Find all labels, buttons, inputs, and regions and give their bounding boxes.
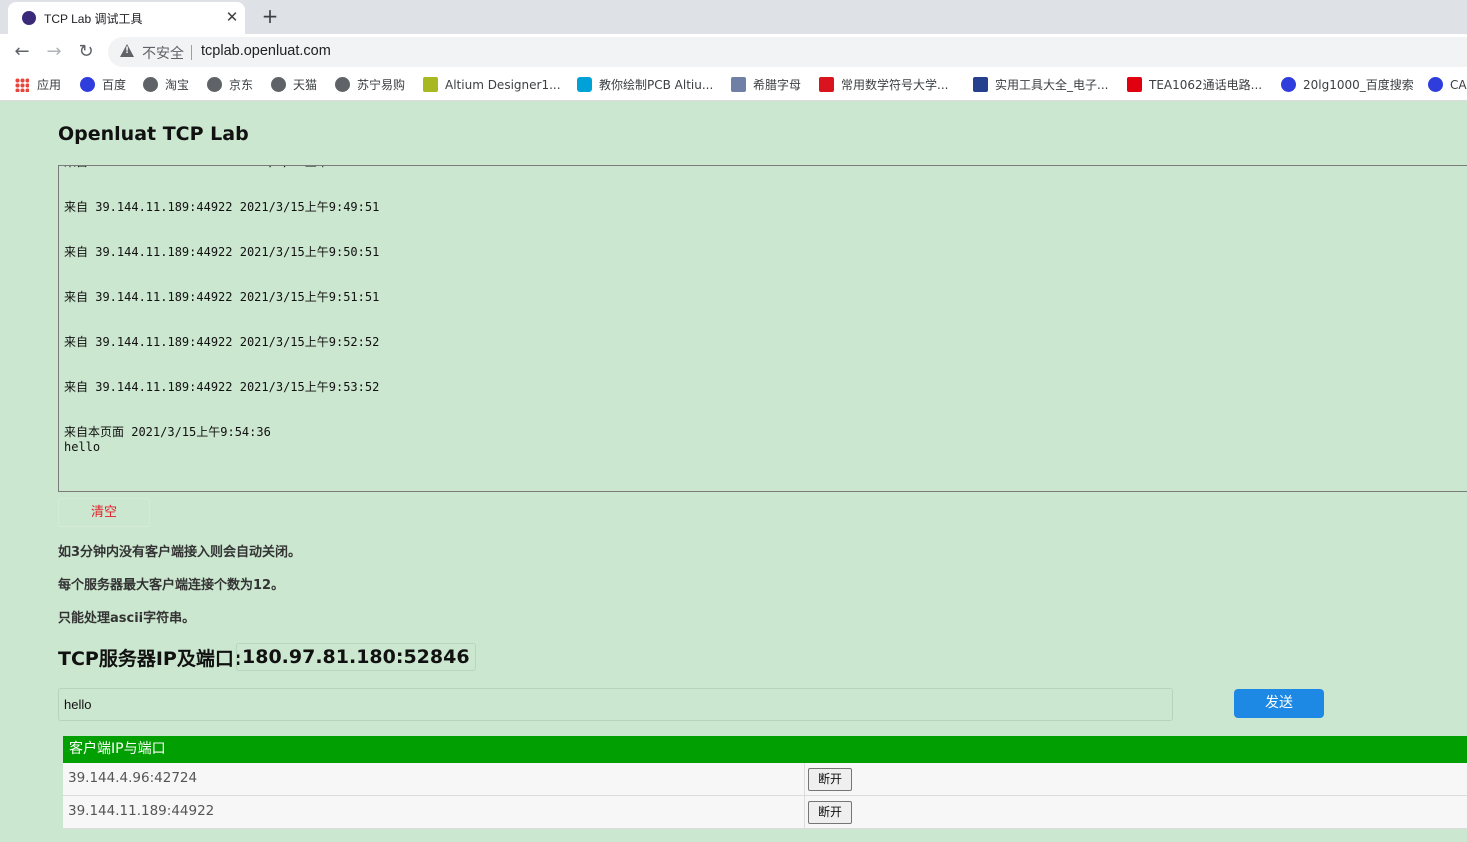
note-max-clients: 每个服务器最大客户端连接个数为12。 <box>58 578 285 593</box>
log-entry-body: hello <box>64 440 101 454</box>
message-input[interactable] <box>58 688 1173 721</box>
bookmark-label: 京东 <box>229 78 254 92</box>
browser-tab[interactable]: TCP Lab 调试工具 ✕ <box>8 2 245 34</box>
server-address-value: 180.97.81.180:52846 <box>236 643 476 671</box>
21ic-icon <box>1127 77 1142 92</box>
bookmark-label: TEA1062通话电路... <box>1149 78 1263 92</box>
log-spacer <box>64 350 379 380</box>
reload-icon[interactable]: ↻ <box>73 39 99 65</box>
disconnect-button[interactable]: 断开 <box>808 768 852 791</box>
send-button[interactable]: 发送 <box>1234 689 1324 718</box>
new-tab-button[interactable]: + <box>258 4 282 28</box>
globe-icon <box>335 77 350 92</box>
bookmark-label: Altium Designer1... <box>445 78 561 92</box>
forward-arrow-icon[interactable]: → <box>41 39 67 65</box>
client-address: 39.144.11.189:44922 <box>68 803 215 819</box>
log-spacer <box>64 170 379 200</box>
log-entry-header: 来自 39.144.11.189:44922 2021/3/15上午9:51:5… <box>64 290 380 304</box>
bookmark-label: 实用工具大全_电子... <box>995 78 1109 92</box>
bookmark-label: 百度 <box>102 78 127 92</box>
tool-icon <box>973 77 988 92</box>
close-tab-icon[interactable]: ✕ <box>223 7 241 27</box>
log-entry-header: 来自本页面 2021/3/15上午9:54:36 <box>64 425 271 439</box>
table-row: 39.144.11.189:44922 断开 <box>63 796 1467 829</box>
page-title: Openluat TCP Lab <box>58 123 249 145</box>
disconnect-button[interactable]: 断开 <box>808 801 852 824</box>
note-auto-close: 如3分钟内没有客户端接入则会自动关闭。 <box>58 545 302 560</box>
baidu-icon <box>1428 77 1443 92</box>
browser-toolbar: ← → ↻ 不安全 tcplab.openluat.com <box>0 34 1467 70</box>
bilibili-icon <box>577 77 592 92</box>
bookmark-label: 应用 <box>37 78 62 92</box>
browser-tab-strip: TCP Lab 调试工具 ✕ + <box>0 0 1467 34</box>
c-icon <box>819 77 834 92</box>
table-row: 39.144.4.96:42724 断开 <box>63 763 1467 796</box>
bookmarks-bar: 应用 百度 淘宝 京东 天猫 苏宁易购 Altium Designer1... … <box>0 70 1467 101</box>
globe-icon <box>143 77 158 92</box>
bookmark-label: 苏宁易购 <box>357 78 406 92</box>
log-entry-header: 来自 39.144.11.189:44922 2021/3/15上午9:49:5… <box>64 200 380 214</box>
address-bar[interactable]: 不安全 tcplab.openluat.com <box>108 37 1467 67</box>
back-arrow-icon[interactable]: ← <box>9 39 35 65</box>
message-log[interactable]: 来自 39.144.11.189:44922 2021/3/15上午9:48:5… <box>58 165 1467 492</box>
message-log-content: 来自 39.144.11.189:44922 2021/3/15上午9:48:5… <box>64 166 380 455</box>
not-secure-label[interactable]: 不安全 <box>142 43 184 63</box>
log-spacer <box>64 305 379 335</box>
log-spacer <box>64 395 379 425</box>
globe-icon <box>271 77 286 92</box>
log-spacer <box>64 215 379 245</box>
bookmark-label: 希腊字母 <box>753 78 802 92</box>
baidu-icon <box>1281 77 1296 92</box>
client-table: 客户端IP与端口 39.144.4.96:42724 断开 39.144.11.… <box>63 736 1467 829</box>
log-entry-header: 来自 39.144.11.189:44922 2021/3/15上午9:48:5… <box>64 166 379 170</box>
log-entry-header: 来自 39.144.11.189:44922 2021/3/15上午9:50:5… <box>64 245 380 259</box>
feather-icon <box>731 77 746 92</box>
server-address-label: TCP服务器IP及端口: <box>58 648 242 670</box>
clear-log-button[interactable]: 清空 <box>58 498 150 527</box>
not-secure-warning-icon[interactable] <box>120 44 134 57</box>
tab-title: TCP Lab 调试工具 <box>44 12 143 26</box>
client-address: 39.144.4.96:42724 <box>68 770 198 786</box>
baidu-icon <box>80 77 95 92</box>
url-text[interactable]: tcplab.openluat.com <box>201 43 331 59</box>
site-favicon-icon <box>22 11 36 25</box>
bookmark-label: 淘宝 <box>165 78 190 92</box>
globe-icon <box>207 77 222 92</box>
omnibox-divider <box>191 45 192 60</box>
log-spacer <box>64 260 379 290</box>
log-entry-header: 来自 39.144.11.189:44922 2021/3/15上午9:53:5… <box>64 380 380 394</box>
bookmark-label: 天猫 <box>293 78 318 92</box>
bookmark-label: 教你绘制PCB Altiu... <box>599 78 714 92</box>
bookmark-label: 20lg1000_百度搜索 <box>1303 78 1414 92</box>
altium-icon <box>423 77 438 92</box>
bookmark-label: 常用数学符号大学... <box>841 78 949 92</box>
apps-grid-icon <box>15 78 29 92</box>
client-table-header: 客户端IP与端口 <box>63 736 1467 763</box>
column-divider <box>804 796 805 828</box>
bookmark-label: CA <box>1450 78 1467 92</box>
log-entry-header: 来自 39.144.11.189:44922 2021/3/15上午9:52:5… <box>64 335 380 349</box>
note-ascii-only: 只能处理ascii字符串。 <box>58 611 196 626</box>
column-divider <box>804 763 805 795</box>
